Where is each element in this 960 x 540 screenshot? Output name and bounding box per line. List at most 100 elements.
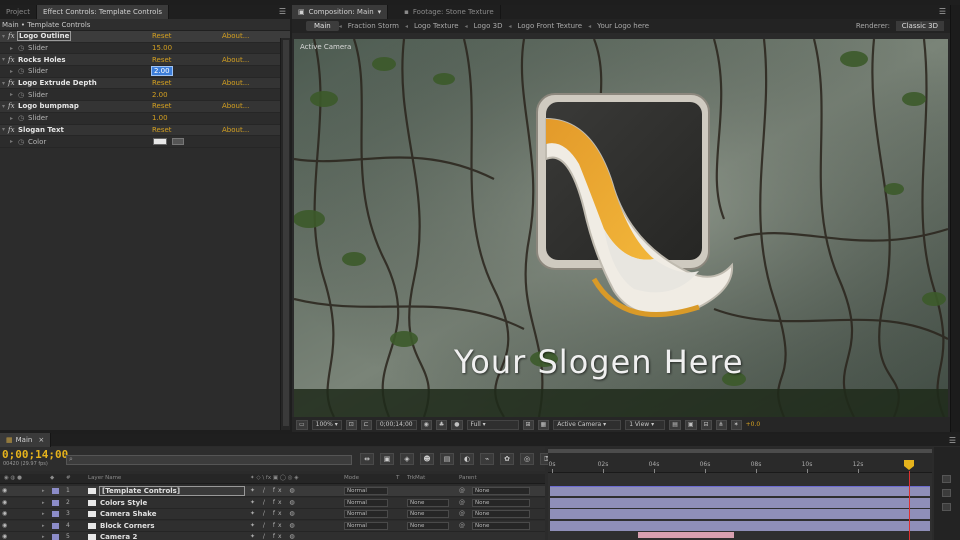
effect-name[interactable]: Logo Outline [16, 31, 72, 42]
stopwatch-icon[interactable]: ◷ [18, 114, 24, 122]
eyedropper-icon[interactable] [172, 138, 184, 146]
reset-link[interactable]: Reset [152, 56, 172, 64]
effect-row[interactable]: ▾ fx Rocks Holes Reset About... [0, 54, 290, 67]
stopwatch-icon[interactable]: ◷ [18, 67, 24, 75]
layer-switches[interactable]: ✦ / fx ◍ [250, 499, 298, 506]
effect-row[interactable]: ▾ fx Logo bumpmap Reset About... [0, 101, 290, 113]
mode-header[interactable]: Mode [344, 475, 359, 481]
camera-view-dropdown[interactable]: Active Camera ▾ [553, 419, 622, 430]
tab-composition-main[interactable]: ▣ Composition: Main ▾ [292, 5, 389, 19]
current-time-indicator[interactable] [904, 460, 914, 470]
parent-dropdown[interactable]: None [472, 498, 530, 507]
layer-duration-bar[interactable] [550, 497, 930, 508]
chevron-down-icon[interactable]: ▾ [378, 8, 382, 16]
renderer-dropdown[interactable]: Classic 3D [895, 21, 944, 31]
composition-viewer[interactable]: Active Camera Your Slogen Here [294, 39, 948, 417]
pick-whip-icon[interactable]: @ [459, 487, 465, 494]
flowchart-item[interactable]: Fraction Storm [342, 22, 405, 30]
flowchart-item[interactable]: Your Logo here [591, 22, 655, 30]
trkmat-header[interactable]: TrkMat [407, 475, 425, 481]
tab-project[interactable]: Project [0, 5, 37, 19]
twirl-right-icon[interactable]: ▸ [42, 534, 45, 540]
twirl-down-icon[interactable]: ▾ [2, 56, 5, 63]
param-twirl-icon[interactable]: ▸ [10, 91, 13, 98]
scroll-thumb[interactable] [283, 40, 289, 426]
twirl-right-icon[interactable]: ▸ [42, 523, 45, 529]
stopwatch-icon[interactable]: ◷ [18, 91, 24, 99]
param-twirl-icon[interactable]: ▸ [10, 138, 13, 145]
layer-row[interactable]: ◉ ▸ 3 Camera Shake ✦ / fx ◍ Normal None @ None [0, 509, 545, 520]
solo-icon[interactable]: ◎ [520, 453, 534, 465]
track-matte-dropdown[interactable]: None [407, 510, 449, 518]
stopwatch-icon[interactable]: ◷ [18, 44, 24, 52]
brainstorm-icon[interactable]: ✿ [500, 453, 514, 465]
layer-name[interactable]: Camera 2 [100, 533, 137, 540]
effect-name[interactable]: Slogan Text [18, 126, 64, 134]
transparency-grid-icon[interactable]: ▦ [537, 419, 550, 430]
label-color-swatch[interactable] [52, 522, 59, 529]
draft-3d-icon[interactable]: ◈ [400, 453, 414, 465]
channel-icon[interactable]: ● [451, 419, 463, 430]
exposure-icon[interactable]: ✶ [730, 419, 742, 430]
fast-previews-icon[interactable]: ▣ [684, 419, 697, 430]
reset-link[interactable]: Reset [152, 32, 172, 40]
reset-link[interactable]: Reset [152, 79, 172, 87]
av-features-icon[interactable]: ◉ ◍ ● [4, 475, 22, 481]
about-link[interactable]: About... [222, 102, 249, 110]
param-twirl-icon[interactable]: ▸ [10, 115, 13, 122]
left-scrollbar[interactable] [280, 38, 290, 430]
current-time-display[interactable]: 0;00;14;00 [375, 419, 417, 430]
eye-icon[interactable]: ◉ [2, 510, 7, 517]
label-color-swatch[interactable] [52, 488, 59, 494]
flowchart-item[interactable]: Logo Front Texture [512, 22, 589, 30]
param-value[interactable]: 15.00 [152, 44, 172, 52]
exposure-value[interactable]: +0.0 [746, 421, 761, 428]
resolution-dropdown[interactable]: Full ▾ [466, 419, 519, 430]
reset-link[interactable]: Reset [152, 126, 172, 134]
zoom-in-icon[interactable] [942, 489, 951, 497]
timeline-icon[interactable]: ⊟ [700, 419, 712, 430]
effect-row[interactable]: ▾ fx Slogan Text Reset About... [0, 124, 290, 137]
tab-footage[interactable]: ▪ Footage: Stone Texture [398, 5, 501, 19]
about-link[interactable]: About... [222, 56, 249, 64]
track-matte-dropdown[interactable]: None [407, 521, 449, 530]
panel-menu-icon[interactable]: ☰ [279, 7, 286, 16]
effect-name[interactable]: Logo bumpmap [18, 102, 79, 110]
track-matte-dropdown[interactable]: None [407, 498, 449, 507]
stopwatch-icon[interactable]: ◷ [18, 138, 24, 146]
mask-toggle-icon[interactable]: ⊏ [360, 419, 372, 430]
flowchart-item[interactable]: Logo Texture [408, 22, 465, 30]
parent-dropdown[interactable]: None [472, 521, 530, 530]
layer-duration-bar[interactable] [550, 520, 930, 531]
layer-duration-bar[interactable] [550, 486, 930, 496]
eye-icon[interactable]: ◉ [2, 533, 7, 540]
layer-duration-bar[interactable] [550, 509, 930, 519]
layer-row[interactable]: ◉ ▸ 1 [Template Controls] ✦ / fx ◍ Normal @ Non… [0, 486, 545, 497]
effect-row[interactable]: ▾ fx Logo Outline Reset About... [0, 31, 290, 43]
about-link[interactable]: About... [222, 32, 249, 40]
shy-layers-icon[interactable]: ☻ [420, 453, 434, 465]
twirl-down-icon[interactable]: ▾ [2, 80, 5, 87]
param-twirl-icon[interactable]: ▸ [10, 68, 13, 75]
layer-name[interactable]: Camera Shake [100, 510, 156, 518]
param-value[interactable]: 2.00 [151, 66, 173, 77]
twirl-right-icon[interactable]: ▸ [42, 500, 45, 506]
fx-toggle[interactable]: fx [8, 56, 15, 64]
about-link[interactable]: About... [222, 79, 249, 87]
label-column-icon[interactable]: ◆ [50, 475, 54, 481]
live-update-icon[interactable]: ▣ [380, 453, 394, 465]
blend-mode-dropdown[interactable]: Normal [344, 498, 388, 507]
snapshot-icon[interactable]: ◉ [420, 419, 432, 430]
timeline-menu-icon[interactable]: ☰ [949, 436, 956, 445]
blend-mode-dropdown[interactable]: Normal [344, 510, 388, 518]
frame-blending-icon[interactable]: ▤ [440, 453, 454, 465]
lock-icon[interactable]: ▣ [298, 8, 305, 16]
about-link[interactable]: About... [222, 126, 249, 134]
label-color-swatch[interactable] [52, 511, 59, 517]
layer-row[interactable]: ◉ ▸ 5 Camera 2 ✦ / fx ◍ [0, 532, 545, 540]
tab-effect-controls[interactable]: Effect Controls: Template Controls [36, 5, 169, 19]
layer-name[interactable]: Block Corners [100, 522, 155, 530]
flowchart-item[interactable]: Logo 3D [468, 22, 509, 30]
fx-toggle[interactable]: fx [8, 32, 15, 40]
show-snapshot-icon[interactable]: ♣ [435, 419, 448, 430]
